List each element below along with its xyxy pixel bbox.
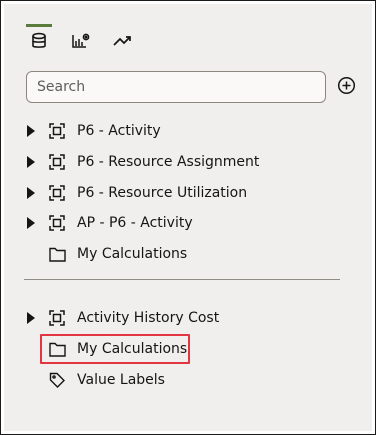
section-divider (24, 279, 340, 280)
tree-item-label: P6 - Resource Utilization (77, 185, 248, 201)
tree-item-label: Activity History Cost (77, 310, 220, 326)
subject-area-icon (49, 179, 73, 207)
tree-item-my-calculations[interactable]: My Calculations (26, 240, 356, 268)
tree-item-label: My Calculations (77, 341, 188, 357)
tree-item-p6-activity[interactable]: P6 - Activity (26, 117, 356, 145)
chart-settings-icon (71, 32, 91, 50)
expand-caret-icon[interactable] (26, 148, 44, 176)
subject-area-icon (49, 148, 73, 176)
tree-item-value-labels[interactable]: Value Labels (26, 366, 356, 394)
folder-icon (49, 335, 73, 363)
tree-item-label: P6 - Resource Assignment (77, 154, 260, 170)
tab-visualizations[interactable] (64, 24, 98, 58)
folder-icon (49, 240, 73, 268)
expand-caret-icon[interactable] (26, 209, 44, 237)
add-button[interactable] (336, 76, 356, 99)
plus-circle-icon (337, 76, 356, 99)
expand-caret-icon[interactable] (26, 304, 44, 332)
data-panel: P6 - Activity P6 - Resource Assignment (4, 4, 372, 431)
subject-area-icon (49, 304, 73, 332)
subject-area-icon (49, 209, 73, 237)
tree-item-label: AP - P6 - Activity (77, 215, 193, 231)
expand-caret-icon[interactable] (26, 179, 44, 207)
tag-icon (49, 366, 73, 394)
trend-icon (113, 33, 133, 49)
tab-analytics[interactable] (106, 24, 140, 58)
tree-item-my-calculations-highlighted[interactable]: My Calculations (26, 335, 356, 363)
tree-item-activity-history-cost[interactable]: Activity History Cost (26, 304, 356, 332)
search-input[interactable] (26, 71, 326, 103)
tree-item-ap-p6-activity[interactable]: AP - P6 - Activity (26, 209, 356, 237)
tree-item-p6-resource-assignment[interactable]: P6 - Resource Assignment (26, 148, 356, 176)
tree-item-label: P6 - Activity (77, 123, 161, 139)
tree-item-label: Value Labels (77, 372, 165, 388)
window-frame: P6 - Activity P6 - Resource Assignment (0, 0, 376, 435)
database-icon (30, 32, 48, 50)
expand-caret-icon[interactable] (26, 117, 44, 145)
tree-item-p6-resource-utilization[interactable]: P6 - Resource Utilization (26, 179, 356, 207)
tree-item-label: My Calculations (77, 246, 188, 262)
tab-data[interactable] (22, 24, 56, 58)
subject-area-icon (49, 117, 73, 145)
